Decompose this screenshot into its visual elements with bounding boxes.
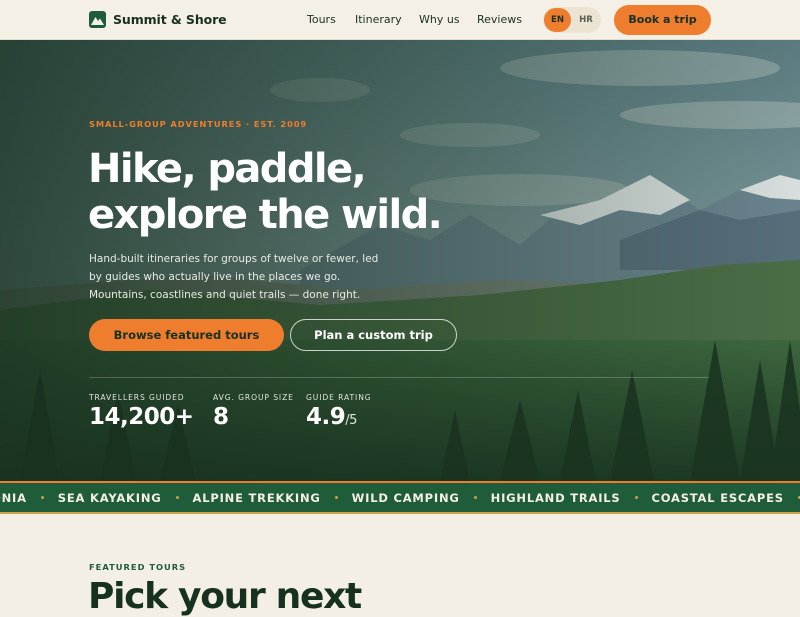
marquee-separator: [334, 496, 338, 499]
brand[interactable]: Summit & Shore: [89, 11, 227, 28]
marquee-separator: [473, 496, 477, 499]
marquee-item: SEA KAYAKING: [57, 490, 162, 505]
hero-headline-line-2: explore the wild.: [88, 192, 443, 238]
marquee-item: ONIA: [0, 490, 27, 505]
hero-eyebrow: SMALL-GROUP ADVENTURES · EST. 2009: [89, 119, 308, 129]
marquee-separator: [634, 496, 638, 499]
nav-link-why-us[interactable]: Why us: [419, 13, 460, 26]
stat-value: 4.9/5: [306, 404, 357, 430]
mountain-logo-icon: [89, 11, 106, 28]
stat-value: 14,200+: [89, 404, 194, 430]
stat-label: GUIDE RATING: [306, 393, 372, 402]
nav-link-itinerary[interactable]: Itinerary: [355, 13, 402, 26]
featured-eyebrow: FEATURED TOURS: [89, 562, 187, 572]
stat-group-size: AVG. GROUP SIZE 8: [213, 393, 294, 430]
browse-tours-button[interactable]: Browse featured tours: [89, 319, 284, 351]
hero-headline: Hike, paddle, explore the wild.: [88, 146, 443, 238]
hero-description: Hand-built itineraries for groups of twe…: [89, 253, 379, 301]
hero-divider: [89, 377, 709, 378]
lang-option-en[interactable]: EN: [544, 8, 571, 32]
stat-label: AVG. GROUP SIZE: [213, 393, 294, 402]
stat-suffix: /5: [345, 413, 357, 428]
hero: SMALL-GROUP ADVENTURES · EST. 2009 Hike,…: [0, 40, 800, 481]
brand-name: Summit & Shore: [113, 12, 227, 27]
hero-headline-line-1: Hike, paddle,: [88, 146, 367, 192]
stat-value: 8: [213, 404, 229, 430]
book-trip-button[interactable]: Book a trip: [614, 5, 711, 35]
marquee-separator: [40, 496, 44, 499]
stat-guide-rating: GUIDE RATING 4.9/5: [306, 393, 372, 430]
lang-option-hr[interactable]: HR: [574, 8, 598, 32]
stat-label: TRAVELLERS GUIDED: [89, 393, 185, 402]
stat-travellers: TRAVELLERS GUIDED 14,200+: [89, 393, 194, 430]
marquee-item: ALPINE TREKKING: [192, 490, 321, 505]
marquee-item: COASTAL ESCAPES: [651, 490, 784, 505]
featured-title: Pick your next: [88, 576, 362, 617]
marquee-item: WILD CAMPING: [351, 490, 460, 505]
activity-marquee: ONIA SEA KAYAKING ALPINE TREKKING WILD CAMP…: [0, 481, 800, 514]
top-nav: Summit & Shore Tours Itinerary Why us Re…: [0, 0, 800, 40]
marquee-item: HIGHLAND TRAILS: [490, 490, 621, 505]
plan-custom-trip-button[interactable]: Plan a custom trip: [290, 319, 457, 351]
nav-link-reviews[interactable]: Reviews: [477, 13, 522, 26]
featured-tours-section: FEATURED TOURS Pick your next: [0, 514, 800, 617]
nav-link-tours[interactable]: Tours: [307, 13, 336, 26]
marquee-separator: [175, 496, 179, 499]
language-switcher: EN HR: [543, 7, 601, 33]
marquee-track: ONIA SEA KAYAKING ALPINE TREKKING WILD CAMP…: [0, 483, 800, 512]
